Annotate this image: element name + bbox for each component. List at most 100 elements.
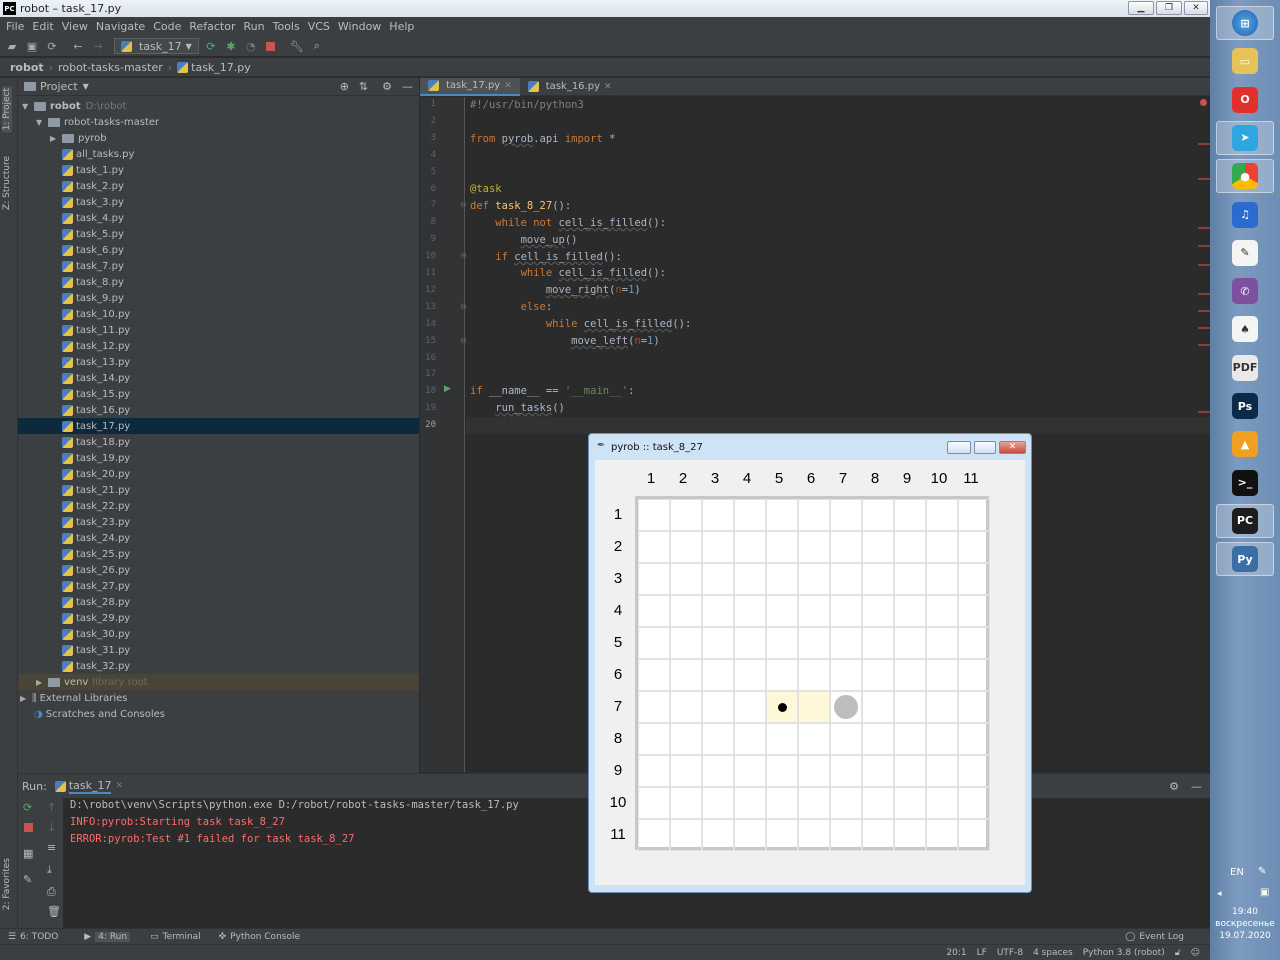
tree-file-task-1[interactable]: task_1.py bbox=[62, 162, 419, 178]
status-interpreter[interactable]: Python 3.8 (robot) bbox=[1083, 948, 1165, 958]
forward-arrow-icon[interactable]: → bbox=[90, 38, 106, 54]
search-icon[interactable]: ⌕ bbox=[309, 38, 325, 54]
tree-file-task-16[interactable]: task_16.py bbox=[62, 402, 419, 418]
close-icon[interactable]: ✕ bbox=[115, 781, 123, 791]
taskbar-app-chrome[interactable]: ● bbox=[1216, 159, 1274, 194]
taskbar-app-pycharm[interactable]: PC bbox=[1216, 503, 1274, 538]
tree-file-task-11[interactable]: task_11.py bbox=[62, 322, 419, 338]
error-stripe-marker[interactable] bbox=[1198, 178, 1210, 180]
error-stripe-marker[interactable] bbox=[1198, 293, 1210, 295]
tree-file-task-8[interactable]: task_8.py bbox=[62, 274, 419, 290]
taskbar-app-pdf[interactable]: PDF bbox=[1216, 351, 1274, 385]
gear-icon[interactable]: ⚙ bbox=[382, 80, 392, 93]
tree-folder-robot-tasks-master[interactable]: ▼ robot-tasks-master bbox=[36, 114, 419, 130]
rerun-icon[interactable]: ⟳ bbox=[23, 801, 32, 814]
tree-file-task-18[interactable]: task_18.py bbox=[62, 434, 419, 450]
taskbar-app-viber[interactable]: ✆ bbox=[1216, 274, 1274, 308]
breadcrumb-root[interactable]: robot bbox=[10, 61, 44, 74]
minimize-button[interactable]: ▁ bbox=[1128, 1, 1154, 15]
sync-icon[interactable]: ⟳ bbox=[44, 38, 60, 54]
error-stripe-marker[interactable] bbox=[1198, 344, 1210, 346]
inspector-icon[interactable]: ☺ bbox=[1191, 948, 1200, 958]
tray-arrow-icon[interactable]: ◂ bbox=[1217, 889, 1222, 899]
run-config-dropdown[interactable]: task_17 ▼ bbox=[114, 38, 199, 54]
tree-file-task-22[interactable]: task_22.py bbox=[62, 498, 419, 514]
network-icon[interactable]: ▣ bbox=[1260, 887, 1269, 898]
error-stripe-marker[interactable] bbox=[1198, 143, 1210, 145]
tree-file-task-5[interactable]: task_5.py bbox=[62, 226, 419, 242]
error-stripe-marker[interactable] bbox=[1198, 411, 1210, 413]
debug-icon[interactable]: ✱ bbox=[223, 38, 239, 54]
taskbar-app-telegram[interactable]: ➤ bbox=[1216, 120, 1274, 155]
tree-file-task-4[interactable]: task_4.py bbox=[62, 210, 419, 226]
taskbar-app-headphones[interactable]: ♫ bbox=[1216, 198, 1274, 232]
menu-refactor[interactable]: Refactor bbox=[189, 20, 235, 33]
gear-icon[interactable]: ⚙ bbox=[1169, 780, 1179, 793]
menu-vcs[interactable]: VCS bbox=[308, 20, 330, 33]
tree-file-task-6[interactable]: task_6.py bbox=[62, 242, 419, 258]
tree-file-task-26[interactable]: task_26.py bbox=[62, 562, 419, 578]
back-arrow-icon[interactable]: ← bbox=[70, 38, 86, 54]
status-line-sep[interactable]: LF bbox=[977, 948, 987, 958]
collapse-all-icon[interactable]: ⇅ bbox=[359, 80, 368, 93]
error-stripe-marker[interactable] bbox=[1198, 327, 1210, 329]
tree-file-task-3[interactable]: task_3.py bbox=[62, 194, 419, 210]
tree-file-task-7[interactable]: task_7.py bbox=[62, 258, 419, 274]
tool-run[interactable]: 4: Run bbox=[95, 931, 131, 942]
tree-file-task-29[interactable]: task_29.py bbox=[62, 610, 419, 626]
tree-file-task-2[interactable]: task_2.py bbox=[62, 178, 419, 194]
scroll-end-icon[interactable]: ⤓ bbox=[47, 863, 52, 877]
tree-file-task-32[interactable]: task_32.py bbox=[62, 658, 419, 674]
status-position[interactable]: 20:1 bbox=[946, 948, 966, 958]
run-gutter-icon[interactable]: ▶ bbox=[444, 384, 451, 394]
menu-window[interactable]: Window bbox=[338, 20, 381, 33]
tree-file-task-31[interactable]: task_31.py bbox=[62, 642, 419, 658]
tab-task-17[interactable]: task_17.py ✕ bbox=[420, 77, 520, 96]
error-stripe-marker[interactable] bbox=[1198, 245, 1210, 247]
coverage-icon[interactable]: ◔ bbox=[243, 38, 259, 54]
tree-file-task-25[interactable]: task_25.py bbox=[62, 546, 419, 562]
tree-file-task-24[interactable]: task_24.py bbox=[62, 530, 419, 546]
tree-file-task-19[interactable]: task_19.py bbox=[62, 450, 419, 466]
tree-folder-pyrob[interactable]: ▶ pyrob bbox=[50, 130, 419, 146]
close-button[interactable]: ✕ bbox=[999, 441, 1026, 454]
close-button[interactable]: ✕ bbox=[1184, 1, 1208, 15]
tree-file-task-21[interactable]: task_21.py bbox=[62, 482, 419, 498]
wrap-icon[interactable]: ≡ bbox=[47, 841, 56, 854]
tree-file-task-13[interactable]: task_13.py bbox=[62, 354, 419, 370]
tree-external-libraries[interactable]: ▶ ⫼ External Libraries bbox=[20, 690, 127, 706]
pin-icon[interactable]: ✎ bbox=[23, 873, 32, 886]
tree-file-task-9[interactable]: task_9.py bbox=[62, 290, 419, 306]
run-tab-label[interactable]: task_17 bbox=[68, 779, 112, 794]
tab-favorites[interactable]: 2: Favorites bbox=[2, 858, 12, 910]
maximize-button[interactable]: ❐ bbox=[1156, 1, 1182, 15]
taskbar-app-photoshop[interactable]: Ps bbox=[1216, 389, 1274, 423]
lock-icon[interactable]: 🔓︎ bbox=[1175, 948, 1181, 958]
taskbar-app-opera[interactable]: O bbox=[1216, 83, 1274, 117]
tree-file-task-30[interactable]: task_30.py bbox=[62, 626, 419, 642]
tree-file-all-tasks[interactable]: all_tasks.py bbox=[62, 146, 419, 162]
maximize-button[interactable] bbox=[974, 441, 996, 454]
tree-file-task-17[interactable]: task_17.py bbox=[18, 418, 419, 434]
tab-task-16[interactable]: task_16.py ✕ bbox=[520, 78, 620, 96]
stop-icon[interactable] bbox=[24, 823, 33, 832]
taskbar-app-folder[interactable]: ▭ bbox=[1216, 44, 1274, 78]
input-icon[interactable]: ✎ bbox=[1258, 866, 1266, 877]
wrench-icon[interactable]: 🔧︎ bbox=[289, 38, 305, 54]
trash-icon[interactable]: 🗑︎ bbox=[47, 905, 61, 918]
menu-file[interactable]: File bbox=[6, 20, 24, 33]
tab-project[interactable]: 1: Project bbox=[2, 86, 12, 133]
close-icon[interactable]: ✕ bbox=[504, 81, 512, 91]
tree-file-task-12[interactable]: task_12.py bbox=[62, 338, 419, 354]
tree-file-task-28[interactable]: task_28.py bbox=[62, 594, 419, 610]
error-indicator-icon[interactable] bbox=[1200, 99, 1207, 106]
chevron-down-icon[interactable]: ▼ bbox=[36, 118, 48, 127]
taskbar-app-notes[interactable]: ✎ bbox=[1216, 236, 1274, 270]
stop-icon[interactable] bbox=[263, 38, 279, 54]
hide-panel-icon[interactable]: — bbox=[1191, 780, 1202, 793]
tool-event-log[interactable]: Event Log bbox=[1139, 932, 1184, 942]
menu-navigate[interactable]: Navigate bbox=[96, 20, 145, 33]
minimize-button[interactable] bbox=[947, 441, 971, 454]
tree-file-task-27[interactable]: task_27.py bbox=[62, 578, 419, 594]
breadcrumb-folder[interactable]: robot-tasks-master bbox=[58, 61, 163, 74]
